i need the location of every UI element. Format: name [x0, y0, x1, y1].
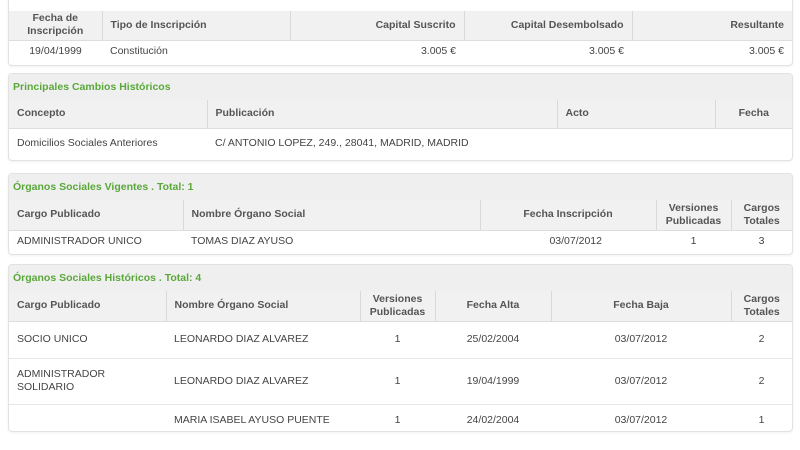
col-header-nombre-organo: Nombre Órgano Social: [183, 200, 481, 231]
table-row: ADMINISTRADOR SOLIDARIO LEONARDO DIAZ AL…: [9, 358, 792, 405]
table-header-row: Concepto Publicación Acto Fecha: [9, 100, 792, 129]
table-header-row: Cargo Publicado Nombre Órgano Social Fec…: [9, 200, 792, 231]
table-row: SOCIO UNICO LEONARDO DIAZ ALVAREZ 1 25/0…: [9, 321, 792, 359]
col-header-versiones-publicadas: Versiones Publicadas: [656, 200, 732, 231]
col-header-fecha-inscripcion: Fecha Inscripción: [480, 200, 657, 231]
col-header-resultante: Resultante: [632, 11, 792, 41]
historicos-table: Cargo Publicado Nombre Órgano Social Ver…: [9, 291, 792, 431]
cell-cargo-publicado: SOCIO UNICO: [9, 321, 166, 359]
col-header-concepto: Concepto: [9, 100, 208, 129]
col-header-capital-desembolsado: Capital Desembolsado: [464, 11, 633, 41]
col-header-publicacion: Publicación: [207, 100, 558, 129]
cell-fecha-inscripcion: 03/07/2012: [549, 234, 602, 247]
cell-versiones-publicadas: 1: [690, 234, 697, 247]
cell-fecha: [715, 128, 792, 159]
col-header-nombre-organo: Nombre Órgano Social: [166, 291, 361, 322]
cell-nombre-organo: TOMAS DIAZ AYUSO: [191, 234, 294, 247]
col-header-cargo-publicado: Cargo Publicado: [9, 200, 184, 231]
cell-publicacion: C/ ANTONIO LOPEZ, 249., 28041, MADRID, M…: [215, 137, 469, 150]
cambios-historicos-panel: Principales Cambios Históricos Concepto …: [8, 73, 793, 161]
cell-cargos-totales: 1: [758, 413, 765, 426]
capital-table: Fecha de Inscripción Tipo de Inscripción…: [9, 11, 792, 62]
cell-cargo-publicado: ADMINISTRADOR SOLIDARIO: [9, 358, 166, 405]
cell-fecha-inscripcion: 19/04/1999: [29, 44, 82, 57]
col-header-cargo-publicado: Cargo Publicado: [9, 291, 167, 322]
cambios-table: Concepto Publicación Acto Fecha Domicili…: [9, 100, 792, 159]
table-header-row: Cargo Publicado Nombre Órgano Social Ver…: [9, 291, 792, 322]
table-row: Domicilios Sociales Anteriores C/ ANTONI…: [9, 128, 792, 159]
cell-fecha-alta: 24/02/2004: [466, 413, 520, 426]
capital-panel: Fecha de Inscripción Tipo de Inscripción…: [8, 0, 793, 66]
table-row: MARIA ISABEL AYUSO PUENTE 1 24/02/2004 0…: [9, 404, 792, 431]
cell-cargo-publicado: [9, 404, 166, 431]
organos-vigentes-panel: Órganos Sociales Vigentes . Total: 1 Car…: [8, 173, 793, 255]
cell-cargo-publicado: ADMINISTRADOR UNICO: [17, 234, 142, 247]
col-header-versiones-publicadas: Versiones Publicadas: [360, 291, 436, 322]
cell-fecha-baja: 03/07/2012: [614, 413, 668, 426]
cell-nombre-organo: MARIA ISABEL AYUSO PUENTE: [174, 413, 330, 426]
cell-acto: [557, 128, 715, 159]
cell-nombre-organo: LEONARDO DIAZ ALVAREZ: [166, 321, 360, 359]
table-row: 19/04/1999 Constitución 3.005 € 3.005 € …: [9, 40, 792, 62]
col-header-acto: Acto: [557, 100, 716, 129]
cell-nombre-organo: LEONARDO DIAZ ALVAREZ: [166, 358, 360, 405]
cell-tipo-inscripcion: Constitución: [110, 44, 168, 57]
cell-versiones-publicadas: 1: [360, 358, 435, 405]
col-header-capital-suscrito: Capital Suscrito: [290, 11, 465, 41]
col-header-fecha-baja: Fecha Baja: [551, 291, 732, 322]
cell-cargos-totales: 3: [758, 234, 765, 247]
cell-resultante: 3.005 €: [748, 44, 784, 57]
panel-title: Órganos Sociales Históricos . Total: 4: [9, 265, 792, 291]
panel-title: Órganos Sociales Vigentes . Total: 1: [9, 174, 792, 200]
col-header-fecha-alta: Fecha Alta: [435, 291, 552, 322]
panel-title: Principales Cambios Históricos: [9, 74, 792, 100]
vigentes-table: Cargo Publicado Nombre Órgano Social Fec…: [9, 200, 792, 252]
col-header-fecha: Fecha: [715, 100, 792, 129]
cell-concepto: Domicilios Sociales Anteriores: [17, 137, 158, 150]
col-header-tipo-inscripcion: Tipo de Inscripción: [102, 11, 291, 41]
cell-versiones-publicadas: 1: [360, 321, 435, 359]
cell-fecha-alta: 19/04/1999: [435, 358, 551, 405]
cell-cargos-totales: 2: [731, 358, 792, 405]
cell-fecha-baja: 03/07/2012: [551, 358, 731, 405]
cell-cargos-totales: 2: [731, 321, 792, 359]
cell-capital-desembolsado: 3.005 €: [588, 44, 624, 57]
table-header-row: Fecha de Inscripción Tipo de Inscripción…: [9, 11, 792, 41]
cell-fecha-alta: 25/02/2004: [435, 321, 551, 359]
cell-capital-suscrito: 3.005 €: [420, 44, 456, 57]
col-header-cargos-totales: Cargos Totales: [731, 291, 792, 322]
organos-historicos-panel: Órganos Sociales Históricos . Total: 4 C…: [8, 264, 793, 432]
col-header-fecha-inscripcion: Fecha de Inscripción: [9, 11, 103, 41]
cell-versiones-publicadas: 1: [394, 413, 401, 426]
table-row: ADMINISTRADOR UNICO TOMAS DIAZ AYUSO 03/…: [9, 230, 792, 252]
cell-fecha-baja: 03/07/2012: [551, 321, 731, 359]
col-header-cargos-totales: Cargos Totales: [731, 200, 792, 231]
